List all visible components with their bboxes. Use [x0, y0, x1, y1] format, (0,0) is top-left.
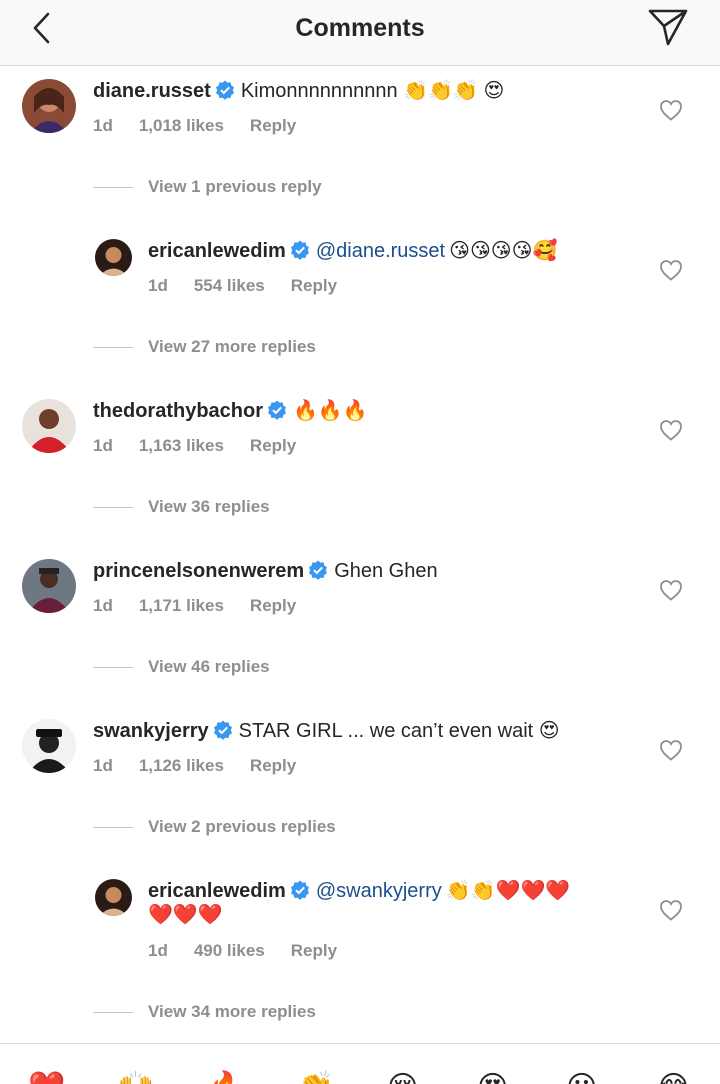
username[interactable]: ericanlewedim: [148, 880, 286, 902]
like-heart-icon[interactable]: [659, 419, 683, 441]
like-heart-icon[interactable]: [659, 739, 683, 761]
verified-badge-icon: [213, 720, 232, 740]
view-replies-link[interactable]: View 1 previous reply: [93, 174, 322, 200]
emoji-crying-button[interactable]: 😢: [387, 1071, 418, 1084]
comment-meta: 1d 554 likes Reply: [148, 276, 363, 296]
like-heart-icon[interactable]: [659, 899, 683, 921]
paper-plane-icon: [648, 9, 688, 46]
reply-button[interactable]: Reply: [291, 941, 337, 960]
likes-count[interactable]: 1,163 likes: [139, 436, 224, 455]
emoji-fire-button[interactable]: 🔥: [207, 1071, 244, 1084]
username[interactable]: ericanlewedim: [148, 240, 286, 262]
comment-meta: 1d 1,126 likes Reply: [93, 756, 322, 776]
reply-button[interactable]: Reply: [291, 276, 337, 295]
comment-text: 😘😘😘😘🥰: [449, 240, 558, 262]
like-heart-icon[interactable]: [659, 99, 683, 121]
comment-text: STAR GIRL ... we can’t even wait 😍: [238, 720, 560, 742]
view-replies-label: View 1 previous reply: [148, 177, 322, 196]
likes-count[interactable]: 554 likes: [194, 276, 265, 295]
like-heart-icon[interactable]: [659, 579, 683, 601]
comment-line: ericanlewedim @swankyjerry 👏👏❤️❤️❤️: [148, 878, 570, 904]
username[interactable]: thedorathybachor: [93, 400, 263, 422]
verified-badge-icon: [290, 880, 309, 900]
comment-meta: 1d 490 likes Reply: [148, 941, 363, 961]
timestamp: 1d: [148, 276, 168, 295]
comment-line: diane.russet Kimonnnnnnnnnn 👏👏👏 😍: [93, 78, 504, 104]
username[interactable]: swankyjerry: [93, 720, 209, 742]
divider: [93, 346, 133, 348]
verified-badge-icon: [309, 560, 328, 580]
comment-line: swankyjerry STAR GIRL ... we can’t even w…: [93, 718, 560, 744]
likes-count[interactable]: 1,018 likes: [139, 116, 224, 135]
share-button[interactable]: [646, 6, 690, 48]
likes-count[interactable]: 1,126 likes: [139, 756, 224, 775]
avatar[interactable]: [95, 879, 132, 916]
divider: [93, 666, 133, 668]
reply-button[interactable]: Reply: [250, 116, 296, 135]
view-replies-link[interactable]: View 27 more replies: [93, 334, 316, 360]
view-replies-label: View 2 previous replies: [148, 817, 336, 836]
verified-badge-icon: [290, 240, 309, 260]
timestamp: 1d: [93, 596, 113, 615]
avatar[interactable]: [22, 79, 76, 133]
emoji-surprised-button[interactable]: 😮: [566, 1071, 597, 1084]
view-replies-link[interactable]: View 34 more replies: [93, 999, 316, 1025]
top-bar: Comments: [0, 0, 720, 66]
avatar[interactable]: [95, 239, 132, 276]
comment-meta: 1d 1,163 likes Reply: [93, 436, 322, 456]
reply-button[interactable]: Reply: [250, 436, 296, 455]
comment-text: Ghen Ghen: [334, 560, 438, 582]
comment-meta: 1d 1,018 likes Reply: [93, 116, 322, 136]
view-replies-label: View 34 more replies: [148, 1002, 316, 1021]
divider: [93, 506, 133, 508]
view-replies-label: View 46 replies: [148, 657, 270, 676]
emoji-laughing-button[interactable]: 😂: [656, 1071, 691, 1084]
comment-meta: 1d 1,171 likes Reply: [93, 596, 322, 616]
timestamp: 1d: [93, 756, 113, 775]
comment-line: princenelsonenwerem Ghen Ghen: [93, 558, 438, 584]
view-replies-label: View 27 more replies: [148, 337, 316, 356]
likes-count[interactable]: 490 likes: [194, 941, 265, 960]
view-replies-link[interactable]: View 36 replies: [93, 494, 270, 520]
divider: [93, 1011, 133, 1013]
comment-text-continued: ❤️❤️❤️: [148, 904, 223, 926]
comment-line: ericanlewedim @diane.russet 😘😘😘😘🥰: [148, 238, 557, 264]
reply-button[interactable]: Reply: [250, 756, 296, 775]
view-replies-label: View 36 replies: [148, 497, 270, 516]
timestamp: 1d: [148, 941, 168, 960]
timestamp: 1d: [93, 436, 113, 455]
username[interactable]: diane.russet: [93, 80, 211, 102]
view-replies-link[interactable]: View 2 previous replies: [93, 814, 336, 840]
comment-text: 🔥🔥🔥: [293, 400, 368, 422]
like-heart-icon[interactable]: [659, 259, 683, 281]
emoji-clap-button[interactable]: 👏: [297, 1071, 334, 1084]
divider: [93, 826, 133, 828]
emoji-raised-hands-button[interactable]: 🙌: [117, 1071, 154, 1084]
timestamp: 1d: [93, 116, 113, 135]
view-replies-link[interactable]: View 46 replies: [93, 654, 270, 680]
emoji-heart-eyes-button[interactable]: 😍: [477, 1071, 508, 1084]
comment-text: Kimonnnnnnnnnn 👏👏👏 😍: [240, 80, 505, 102]
avatar[interactable]: [22, 399, 76, 453]
comment-text: 👏👏❤️❤️❤️: [445, 880, 571, 902]
likes-count[interactable]: 1,171 likes: [139, 596, 224, 615]
avatar[interactable]: [22, 719, 76, 773]
avatar[interactable]: [22, 559, 76, 613]
page-title: Comments: [295, 14, 425, 42]
verified-badge-icon: [268, 400, 287, 420]
verified-badge-icon: [215, 80, 234, 100]
divider: [93, 186, 133, 188]
mention-link[interactable]: @diane.russet: [316, 240, 445, 262]
username[interactable]: princenelsonenwerem: [93, 560, 304, 582]
emoji-heart-button[interactable]: ❤️: [28, 1071, 65, 1084]
reply-button[interactable]: Reply: [250, 596, 296, 615]
emoji-reaction-bar: ❤️ 🙌 🔥 👏 😢 😍 😮 😂: [0, 1043, 720, 1084]
mention-link[interactable]: @swankyjerry: [316, 880, 442, 902]
comment-line: thedorathybachor 🔥🔥🔥: [93, 398, 368, 424]
